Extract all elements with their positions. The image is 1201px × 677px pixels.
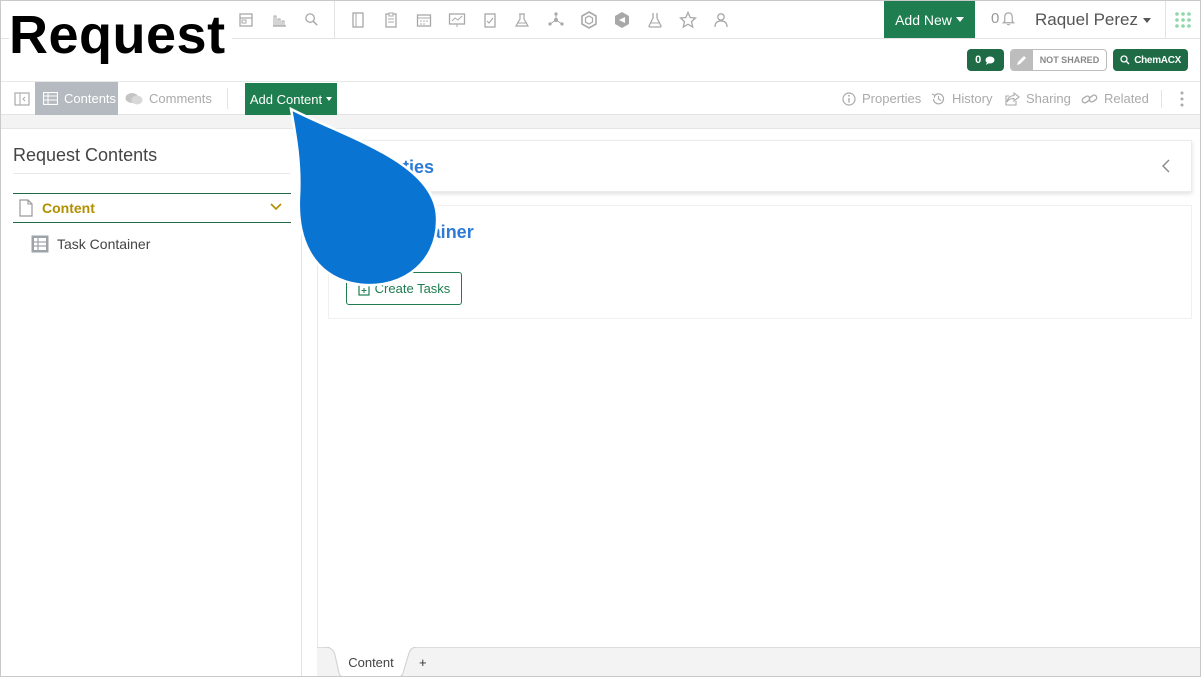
user-menu[interactable]: Raquel Perez [1035, 10, 1152, 30]
pencil-icon [1010, 50, 1033, 70]
notifications-button[interactable]: 0 [991, 10, 1016, 27]
caret-down-icon [1143, 17, 1152, 23]
sidebar-section-content[interactable]: Content [13, 193, 291, 223]
clipboard-plus-icon [358, 282, 370, 296]
properties-panel[interactable]: Properties [328, 140, 1192, 192]
history-label: History [952, 91, 993, 106]
caret-down-icon [955, 17, 964, 22]
create-tasks-label: Create Tasks [374, 281, 451, 296]
properties-panel-title[interactable]: Properties [345, 157, 434, 178]
caret-down-icon [326, 97, 333, 101]
share-status-label: NOT SHARED [1039, 55, 1100, 65]
checklist-icon[interactable] [473, 1, 506, 38]
add-content-label: Add Content [249, 91, 323, 107]
lab-flask-icon[interactable] [506, 1, 539, 38]
properties-label: Properties [862, 91, 922, 106]
search-icon[interactable] [295, 1, 328, 38]
history-icon [931, 92, 945, 104]
form-icon[interactable] [229, 1, 262, 38]
chemacx-label: ChemACX [1134, 54, 1181, 66]
notification-count: 0 [991, 10, 1000, 27]
create-tasks-button[interactable]: Create Tasks [346, 272, 462, 305]
tab-comments[interactable]: Comments [125, 82, 212, 115]
apps-grid-button[interactable] [1165, 1, 1200, 38]
star-icon[interactable] [671, 1, 704, 38]
calendar-icon[interactable] [407, 1, 440, 38]
more-options-button[interactable] [1173, 82, 1191, 115]
table-icon [31, 235, 49, 253]
add-new-label: Add New [895, 11, 952, 28]
shield-icon[interactable] [605, 1, 638, 38]
status-badges: 0 NOT SHARED ChemACX [966, 49, 1188, 71]
table-icon [43, 92, 58, 105]
task-container-title[interactable]: Task Container [345, 222, 474, 243]
divider [13, 173, 290, 174]
tab-contents[interactable]: Contents [35, 82, 118, 115]
bell-icon [1002, 12, 1016, 26]
tab-content-label: Content [348, 654, 394, 670]
link-icon [1081, 93, 1098, 104]
bottom-tab-bar: Content + [317, 647, 1200, 676]
clipboard-icon[interactable] [374, 1, 407, 38]
sharing-label: Sharing [1026, 91, 1071, 106]
related-button[interactable]: Related [1081, 82, 1149, 115]
share-status-badge[interactable]: NOT SHARED [1009, 49, 1108, 71]
sidebar-item-label: Task Container [57, 236, 151, 252]
hexagon-icon[interactable] [572, 1, 605, 38]
share-icon [1005, 91, 1020, 106]
apps-grid-icon [1175, 11, 1191, 28]
toggle-sidebar-button[interactable] [9, 82, 35, 115]
tab-contents-label: Contents [64, 91, 117, 106]
toolbar-divider-band [1, 115, 1200, 129]
comment-bubble-icon [985, 56, 995, 65]
sidebar-item-task-container[interactable]: Task Container [31, 235, 150, 253]
contents-sidebar: Request Contents Content Task Container [1, 129, 302, 676]
beaker-icon[interactable] [638, 1, 671, 38]
comment-count: 0 [975, 54, 982, 66]
users-icon[interactable] [704, 1, 737, 38]
user-name: Raquel Perez [1035, 10, 1139, 29]
comments-icon [125, 92, 143, 104]
vertical-ellipsis-icon [1180, 91, 1184, 106]
document-icon [19, 199, 33, 217]
related-label: Related [1104, 91, 1149, 106]
add-content-button[interactable]: Add Content [245, 83, 337, 115]
sharing-button[interactable]: Sharing [1005, 82, 1071, 115]
sidebar-toggle-icon [14, 91, 30, 106]
main-content-area: Properties Task Container Create Tasks [317, 129, 1200, 647]
properties-button[interactable]: Properties [842, 82, 921, 115]
molecule-icon[interactable] [539, 1, 572, 38]
tab-comments-label: Comments [149, 91, 212, 106]
add-tab-button[interactable]: + [419, 655, 427, 670]
tab-content[interactable]: Content [325, 647, 417, 676]
content-toolbar: Contents Comments Add Content Properties… [1, 81, 1200, 115]
quick-icons-left [229, 1, 328, 38]
presentation-icon[interactable] [440, 1, 473, 38]
chart-icon[interactable] [262, 1, 295, 38]
chemacx-button[interactable]: ChemACX [1113, 49, 1188, 71]
app-window: Add New 0 Raquel Perez Request 0 NOT SHA… [0, 0, 1201, 677]
comment-count-badge[interactable]: 0 [966, 49, 1004, 71]
task-container-panel: Task Container Create Tasks [328, 205, 1192, 319]
chevron-left-icon[interactable] [1161, 159, 1171, 173]
notebook-icon[interactable] [341, 1, 374, 38]
add-new-button[interactable]: Add New [884, 1, 975, 38]
chevron-down-icon [270, 203, 282, 211]
sidebar-section-label: Content [42, 200, 95, 216]
search-icon [1120, 55, 1130, 65]
info-icon [842, 91, 856, 106]
sidebar-title: Request Contents [13, 145, 158, 165]
history-button[interactable]: History [931, 82, 992, 115]
quick-icons-right [341, 1, 737, 38]
page-title: Request [9, 7, 232, 63]
